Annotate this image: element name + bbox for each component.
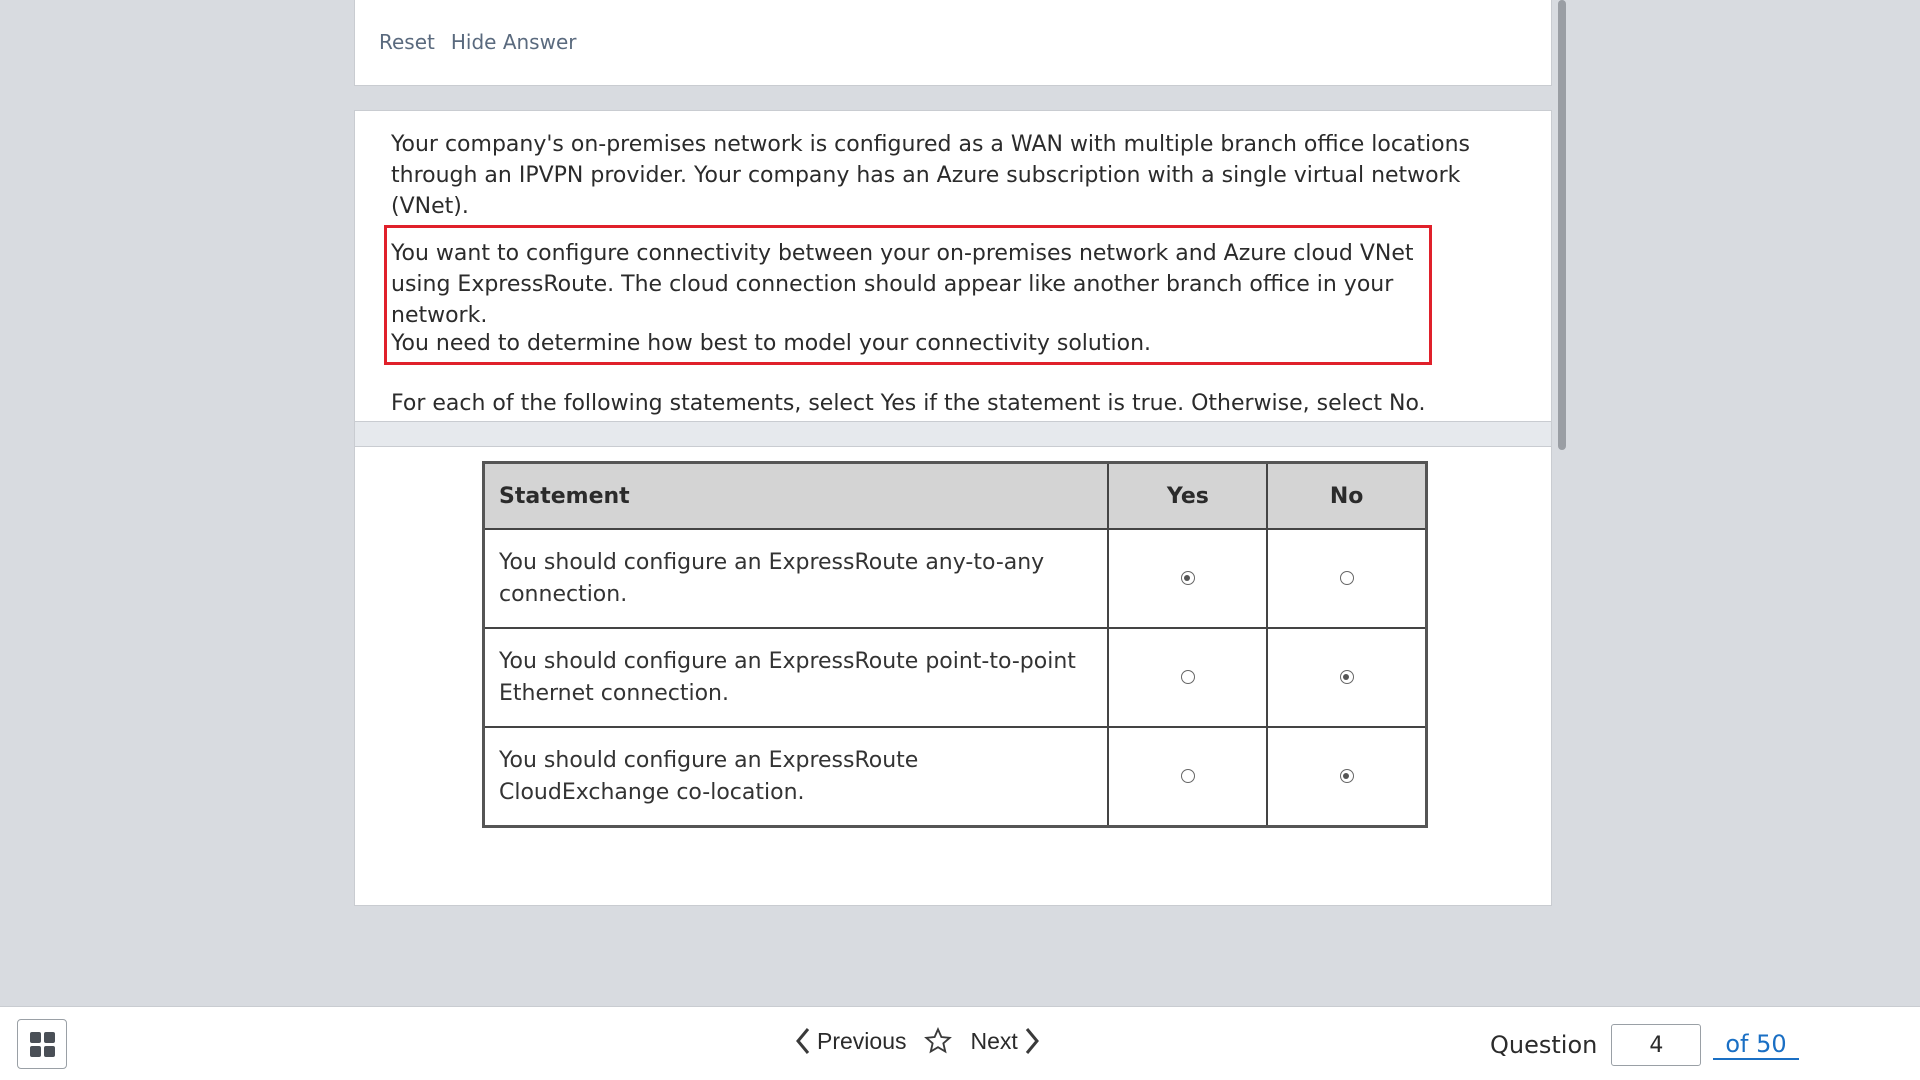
previous-button[interactable]: Previous bbox=[795, 1027, 906, 1055]
previous-label: Previous bbox=[817, 1027, 907, 1054]
table-row: You should configure an ExpressRoute Clo… bbox=[482, 726, 1428, 828]
radio-no-3[interactable] bbox=[1339, 769, 1354, 783]
question-paragraph-1: Your company's on-premises network is co… bbox=[391, 132, 1471, 219]
table-header-row: Statement Yes No bbox=[482, 461, 1428, 530]
statement-table: Statement Yes No You should configure an… bbox=[482, 461, 1428, 828]
question-navigation: Previous Next bbox=[795, 1027, 1040, 1055]
table-row: You should configure an ExpressRoute poi… bbox=[482, 627, 1428, 728]
grid-icon bbox=[30, 1032, 41, 1043]
grid-icon bbox=[44, 1032, 55, 1043]
header-yes: Yes bbox=[1107, 461, 1269, 530]
header-statement: Statement bbox=[482, 461, 1110, 530]
radio-yes-1[interactable] bbox=[1180, 571, 1195, 585]
question-paragraph-3: You need to determine how best to model … bbox=[391, 331, 1151, 356]
statement-text: You should configure an ExpressRoute Clo… bbox=[482, 726, 1110, 828]
section-divider bbox=[355, 421, 1551, 447]
radio-no-1[interactable] bbox=[1339, 571, 1354, 585]
question-grid-button[interactable] bbox=[17, 1019, 67, 1069]
question-number-input[interactable] bbox=[1611, 1024, 1702, 1066]
scrollbar-thumb[interactable] bbox=[1558, 0, 1566, 450]
grid-icon bbox=[30, 1046, 41, 1057]
header-no: No bbox=[1266, 461, 1428, 530]
toolbar-panel: Reset Hide Answer bbox=[354, 0, 1552, 86]
hide-answer-button[interactable]: Hide Answer bbox=[451, 30, 577, 54]
question-paragraph-2: You want to configure connectivity betwe… bbox=[391, 241, 1414, 328]
next-button[interactable]: Next bbox=[970, 1027, 1039, 1055]
yes-cell bbox=[1107, 726, 1269, 828]
question-instructions: For each of the following statements, se… bbox=[391, 391, 1426, 416]
chevron-right-icon bbox=[1025, 1028, 1039, 1054]
radio-no-2[interactable] bbox=[1339, 670, 1354, 684]
question-counter: Question of 50 bbox=[1490, 1024, 1799, 1066]
next-label: Next bbox=[970, 1027, 1018, 1054]
radio-yes-3[interactable] bbox=[1180, 769, 1195, 783]
statement-text: You should configure an ExpressRoute poi… bbox=[482, 627, 1110, 728]
no-cell bbox=[1266, 528, 1428, 629]
chevron-left-icon bbox=[796, 1028, 810, 1054]
yes-cell bbox=[1107, 528, 1269, 629]
scrollbar[interactable] bbox=[1558, 0, 1566, 1005]
radio-yes-2[interactable] bbox=[1180, 670, 1195, 684]
grid-icon bbox=[44, 1046, 55, 1057]
total-questions-link[interactable]: of 50 bbox=[1713, 1030, 1799, 1060]
question-panel: Your company's on-premises network is co… bbox=[354, 110, 1552, 906]
reset-button[interactable]: Reset bbox=[379, 30, 435, 54]
yes-cell bbox=[1107, 627, 1269, 728]
question-label: Question bbox=[1490, 1031, 1598, 1059]
no-cell bbox=[1266, 627, 1428, 728]
table-row: You should configure an ExpressRoute any… bbox=[482, 528, 1428, 629]
no-cell bbox=[1266, 726, 1428, 828]
statement-text: You should configure an ExpressRoute any… bbox=[482, 528, 1110, 629]
star-icon[interactable] bbox=[924, 1027, 953, 1055]
footer-bar: Previous Next Question of 50 bbox=[0, 1006, 1920, 1080]
